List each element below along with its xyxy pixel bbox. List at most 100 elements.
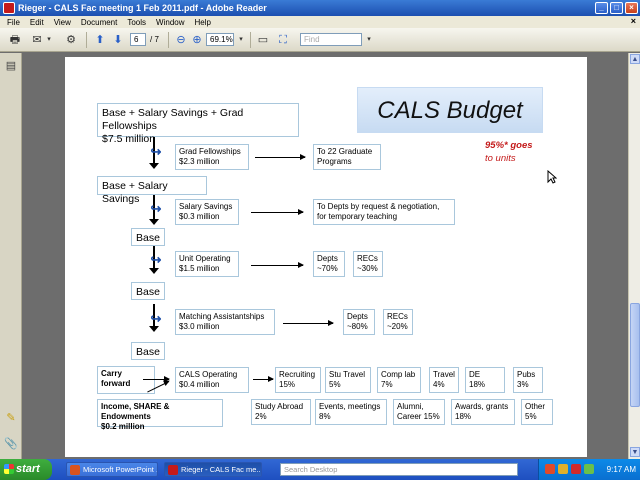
de-box: DE 18% — [465, 367, 505, 393]
fit-width-icon[interactable]: ⛶ — [276, 33, 290, 47]
start-button[interactable]: start — [0, 459, 52, 480]
title-bar: Rieger - CALS Fac meeting 1 Feb 2011.pdf… — [0, 0, 640, 16]
zoom-dropdown-icon[interactable]: ▾ — [234, 33, 248, 47]
document-area[interactable]: CALS Budget 95%* goes to units Base + Sa… — [22, 53, 628, 459]
menu-window[interactable]: Window — [151, 18, 189, 27]
window-controls: _ □ × — [595, 2, 638, 14]
navigation-panel: ▤ ✎ 📎 — [0, 53, 22, 459]
slide-title: CALS Budget — [357, 87, 543, 133]
taskbar-item-powerpoint[interactable]: Microsoft PowerPoint ... — [66, 462, 158, 477]
grad-programs-box: To 22 Graduate Programs — [313, 144, 381, 170]
tray-app-icon[interactable] — [571, 464, 581, 474]
box-line: Alumni, — [397, 402, 424, 411]
print-icon[interactable]: 🖶 — [8, 33, 22, 47]
comments-panel-icon[interactable]: ✎ — [4, 411, 18, 425]
base-box: Base — [131, 228, 165, 246]
pubs-box: Pubs 3% — [513, 367, 543, 393]
box-line: Events, meetings — [319, 402, 381, 411]
zoom-out-icon[interactable]: ⊖ — [174, 33, 188, 47]
box-line: Travel — [433, 370, 455, 379]
box-line: Stu Travel — [329, 370, 366, 379]
events-box: Events, meetings 8% — [315, 399, 387, 425]
salary-savings-box: Salary Savings $0.3 million — [175, 199, 239, 225]
box-line: Depts — [347, 312, 368, 321]
tray-app-icon[interactable] — [558, 464, 568, 474]
menu-bar: File Edit View Document Tools Window Hel… — [0, 16, 640, 28]
fit-page-icon[interactable]: ▭ — [256, 33, 270, 47]
box-line: forward — [101, 379, 131, 388]
tray-network-icon[interactable] — [584, 464, 594, 474]
taskbar-item-adobe-reader[interactable]: Rieger - CALS Fac me... — [164, 462, 262, 477]
unit-depts-box: Depts ~70% — [313, 251, 345, 277]
document-close-button[interactable]: × — [631, 16, 636, 26]
toolbar-separator — [86, 32, 87, 48]
cals-operating-box: CALS Operating $0.4 million — [175, 367, 249, 393]
page-number-input[interactable]: 6 — [130, 33, 146, 46]
menu-file[interactable]: File — [2, 18, 25, 27]
box-line: Study Abroad — [255, 402, 304, 411]
desktop-search-input[interactable]: Search Desktop — [280, 463, 518, 476]
box-line: $0.3 million — [179, 212, 220, 221]
box-line: $0.4 million — [179, 380, 220, 389]
box-line: Programs — [317, 157, 352, 166]
attachments-panel-icon[interactable]: 📎 — [4, 437, 18, 451]
box-line: 4% — [433, 380, 445, 389]
task-label: Rieger - CALS Fac me... — [181, 465, 262, 474]
box-line: Depts — [317, 254, 338, 263]
box-line: RECs — [387, 312, 408, 321]
menu-document[interactable]: Document — [76, 18, 122, 27]
flow-icon: ↪ — [150, 252, 162, 267]
box-line: ~80% — [347, 322, 368, 331]
scroll-up-arrow-icon[interactable]: ▲ — [630, 54, 640, 64]
toolbar: 🖶 ✉ ▾ ⚙ ⬆ ⬇ 6 / 7 ⊖ ⊕ 69.1% ▾ ▭ ⛶ Find ▾ — [0, 28, 640, 52]
match-recs-box: RECs ~20% — [383, 309, 413, 335]
tray-app-icon[interactable] — [545, 464, 555, 474]
scroll-down-arrow-icon[interactable]: ▼ — [630, 447, 640, 457]
restore-button[interactable]: □ — [610, 2, 623, 14]
box-line: Base + Salary Savings + Grad Fellowships — [102, 107, 244, 132]
unit-operating-box: Unit Operating $1.5 million — [175, 251, 239, 277]
menu-tools[interactable]: Tools — [122, 18, 151, 27]
previous-page-icon[interactable]: ⬆ — [93, 33, 107, 47]
vertical-scrollbar[interactable]: ▲ ▼ — [628, 53, 640, 459]
box-line: Awards, grants — [455, 402, 509, 411]
zoom-input[interactable]: 69.1% — [206, 33, 234, 46]
box-line: Grad Fellowships — [179, 147, 241, 156]
find-dropdown-icon[interactable]: ▾ — [362, 33, 376, 47]
pages-panel-icon[interactable]: ▤ — [4, 59, 18, 73]
window-title: Rieger - CALS Fac meeting 1 Feb 2011.pdf… — [18, 3, 267, 13]
minimize-button[interactable]: _ — [595, 2, 608, 14]
box-line: Income, SHARE & Endowments — [101, 402, 170, 421]
box-line: 18% — [469, 380, 486, 389]
box-line: $2.3 million — [179, 157, 220, 166]
box-line: Unit Operating — [179, 254, 231, 263]
adobe-reader-icon — [168, 465, 178, 475]
scrollbar-thumb[interactable] — [630, 303, 640, 407]
other-box: Other 5% — [521, 399, 553, 425]
zoom-in-icon[interactable]: ⊕ — [190, 33, 204, 47]
system-clock[interactable]: 9:17 AM — [607, 459, 636, 480]
total-budget-box: Base + Salary Savings + Grad Fellowships… — [97, 103, 299, 145]
box-line: DE — [469, 370, 481, 379]
matching-assistantships-box: Matching Assistantships $3.0 million — [175, 309, 275, 335]
next-page-icon[interactable]: ⬇ — [111, 33, 125, 47]
email-dropdown-icon[interactable]: ▾ — [42, 33, 56, 47]
task-label: Microsoft PowerPoint ... — [83, 465, 158, 474]
flow-icon: ↪ — [150, 311, 162, 326]
box-line: Salary Savings — [179, 202, 233, 211]
menu-view[interactable]: View — [49, 18, 76, 27]
carry-forward-box: Carry forward — [97, 366, 155, 394]
box-line: Pubs — [517, 370, 536, 379]
menu-edit[interactable]: Edit — [25, 18, 49, 27]
toolbar-separator — [250, 32, 251, 48]
comp-lab-box: Comp lab 7% — [377, 367, 421, 393]
collaborate-icon[interactable]: ⚙ — [64, 33, 78, 47]
box-line: Matching Assistantships — [179, 312, 265, 321]
box-line: 5% — [525, 412, 537, 421]
find-input[interactable]: Find — [300, 33, 362, 46]
close-button[interactable]: × — [625, 2, 638, 14]
box-line: To Depts by request & negotiation, — [317, 202, 440, 211]
box-line: Career 15% — [397, 412, 440, 421]
menu-help[interactable]: Help — [190, 18, 216, 27]
right-arrow — [253, 376, 274, 382]
